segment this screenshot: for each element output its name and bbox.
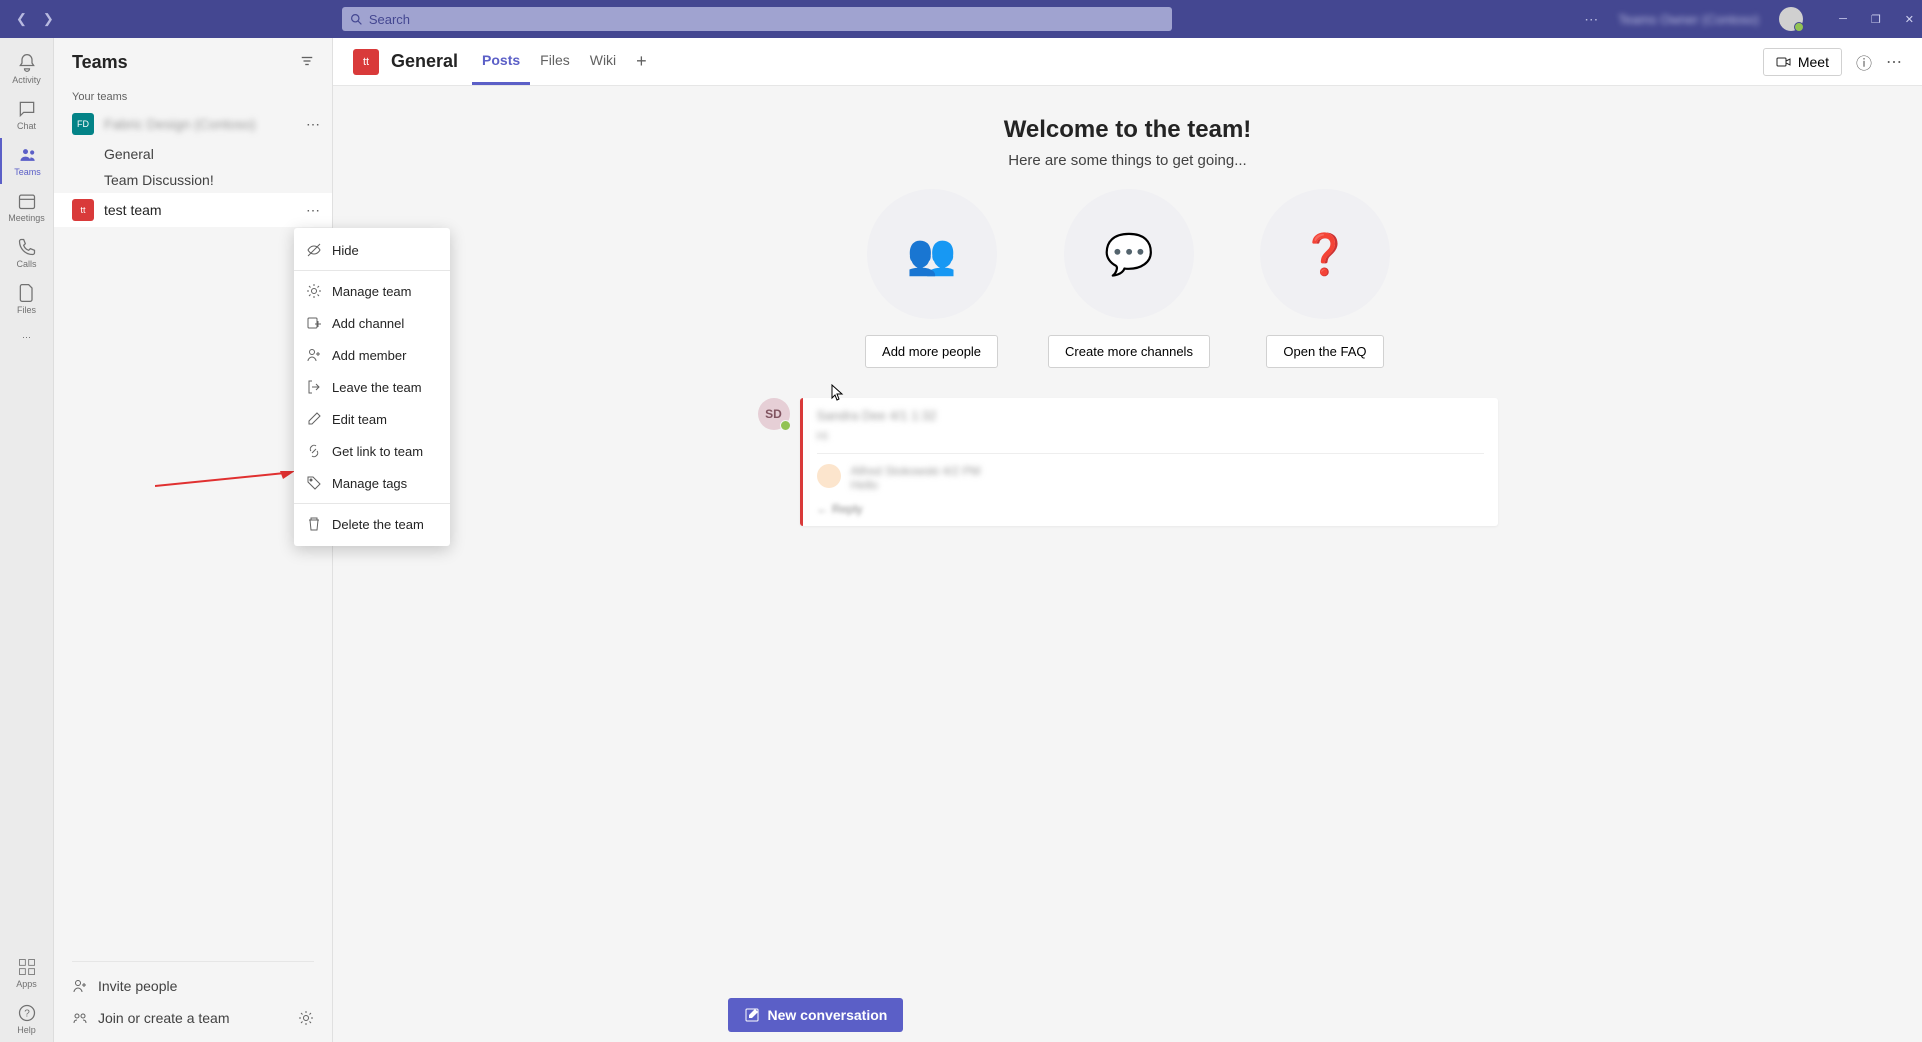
ctx-manage-team[interactable]: Manage team bbox=[294, 275, 450, 307]
open-faq-button[interactable]: Open the FAQ bbox=[1266, 335, 1383, 368]
rail-activity[interactable]: Activity bbox=[0, 46, 53, 92]
titlebar-more-icon[interactable]: ⋯ bbox=[1584, 11, 1598, 28]
post-text: Hi bbox=[817, 429, 1484, 443]
maximize-icon[interactable]: ❐ bbox=[1871, 13, 1881, 26]
welcome-panel: Welcome to the team! Here are some thing… bbox=[333, 116, 1922, 368]
new-conversation-button[interactable]: New conversation bbox=[728, 998, 904, 1032]
welcome-title: Welcome to the team! bbox=[333, 116, 1922, 144]
channel-discussion[interactable]: Team Discussion! bbox=[54, 167, 332, 193]
user-name: Teams Owner (Contoso) bbox=[1618, 12, 1759, 27]
sidebar-title: Teams bbox=[72, 52, 300, 73]
channel-name: General bbox=[391, 51, 458, 72]
invite-people[interactable]: Invite people bbox=[72, 970, 314, 1002]
ctx-hide[interactable]: Hide bbox=[294, 234, 450, 266]
cursor-icon bbox=[831, 384, 845, 407]
info-icon[interactable]: ⓘ bbox=[1856, 50, 1872, 74]
left-rail: Activity Chat Teams Meetings Calls Files… bbox=[0, 38, 54, 1042]
ctx-add-member[interactable]: Add member bbox=[294, 339, 450, 371]
rail-files[interactable]: Files bbox=[0, 276, 53, 322]
team-more-icon[interactable]: ⋯ bbox=[306, 116, 320, 133]
rail-teams[interactable]: Teams bbox=[0, 138, 53, 184]
close-icon[interactable]: ✕ bbox=[1905, 13, 1914, 26]
svg-text:?: ? bbox=[24, 1008, 30, 1019]
main: tt General Posts Files Wiki + Meet ⓘ ⋯ W… bbox=[333, 38, 1922, 1042]
rail-meetings[interactable]: Meetings bbox=[0, 184, 53, 230]
post: SD Sandra Dee 4/1 1:32 Hi Alfred Stokows… bbox=[758, 398, 1498, 526]
add-people-button[interactable]: Add more people bbox=[865, 335, 998, 368]
team-row-test[interactable]: tt test team ⋯ bbox=[54, 193, 332, 227]
post-avatar: SD bbox=[758, 398, 790, 430]
tab-add-icon[interactable]: + bbox=[626, 38, 657, 85]
create-channels-button[interactable]: Create more channels bbox=[1048, 335, 1210, 368]
illustration-channels: 💬 bbox=[1064, 189, 1194, 319]
meet-button[interactable]: Meet bbox=[1763, 48, 1842, 76]
channel-general[interactable]: General bbox=[54, 141, 332, 167]
rail-more-icon[interactable]: ⋯ bbox=[0, 322, 53, 352]
team-avatar: FD bbox=[72, 113, 94, 135]
illustration-people: 👥 bbox=[867, 189, 997, 319]
illustration-faq: ❓ bbox=[1260, 189, 1390, 319]
minimize-icon[interactable]: ─ bbox=[1839, 13, 1847, 26]
reply-link[interactable]: ← Reply bbox=[817, 502, 1484, 516]
rail-apps[interactable]: Apps bbox=[0, 950, 53, 996]
tab-files[interactable]: Files bbox=[530, 38, 580, 85]
rail-calls[interactable]: Calls bbox=[0, 230, 53, 276]
channel-header: tt General Posts Files Wiki + Meet ⓘ ⋯ bbox=[333, 38, 1922, 86]
gear-icon[interactable] bbox=[298, 1010, 314, 1026]
nav-forward-icon[interactable]: ❯ bbox=[43, 11, 54, 27]
ctx-manage-tags[interactable]: Manage tags bbox=[294, 467, 450, 499]
ctx-edit-team[interactable]: Edit team bbox=[294, 403, 450, 435]
context-menu: Hide Manage team Add channel Add member … bbox=[294, 228, 450, 546]
tab-posts[interactable]: Posts bbox=[472, 38, 530, 85]
avatar[interactable] bbox=[1779, 7, 1803, 31]
team-row[interactable]: FD Fabric Design (Contoso) ⋯ bbox=[54, 107, 332, 141]
ctx-leave-team[interactable]: Leave the team bbox=[294, 371, 450, 403]
ctx-add-channel[interactable]: Add channel bbox=[294, 307, 450, 339]
post-author: Sandra Dee 4/1 1:32 bbox=[817, 408, 1484, 423]
team-name: test team bbox=[104, 202, 306, 218]
ctx-delete-team[interactable]: Delete the team bbox=[294, 508, 450, 540]
rail-help[interactable]: ? Help bbox=[0, 996, 53, 1042]
team-avatar: tt bbox=[72, 199, 94, 221]
search-placeholder: Search bbox=[369, 12, 410, 27]
filter-icon[interactable] bbox=[300, 54, 314, 71]
welcome-subtitle: Here are some things to get going... bbox=[333, 152, 1922, 169]
reply-avatar bbox=[817, 464, 841, 488]
team-name: Fabric Design (Contoso) bbox=[104, 116, 306, 132]
title-bar: ❮ ❯ Search ⋯ Teams Owner (Contoso) ─ ❐ ✕ bbox=[0, 0, 1922, 38]
search-input[interactable]: Search bbox=[342, 7, 1172, 31]
sidebar: Teams Your teams FD Fabric Design (Conto… bbox=[54, 38, 333, 1042]
reply-text: Hello bbox=[851, 478, 981, 492]
channel-team-avatar: tt bbox=[353, 49, 379, 75]
section-your-teams: Your teams bbox=[54, 83, 332, 107]
nav-back-icon[interactable]: ❮ bbox=[16, 11, 27, 27]
ctx-get-link[interactable]: Get link to team bbox=[294, 435, 450, 467]
rail-chat[interactable]: Chat bbox=[0, 92, 53, 138]
team-more-icon[interactable]: ⋯ bbox=[306, 202, 320, 219]
header-more-icon[interactable]: ⋯ bbox=[1886, 52, 1902, 72]
reply-author: Alfred Stokowski 4/2 PM bbox=[851, 464, 981, 478]
join-create-team[interactable]: Join or create a team bbox=[72, 1002, 314, 1034]
tab-wiki[interactable]: Wiki bbox=[580, 38, 626, 85]
